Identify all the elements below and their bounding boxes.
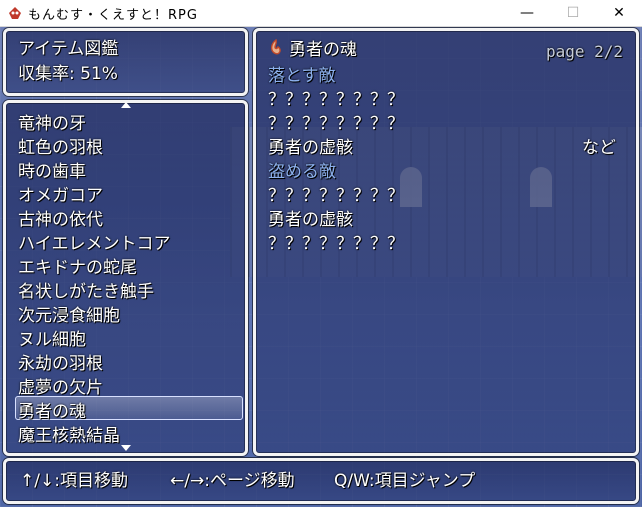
- scroll-down-icon[interactable]: [121, 445, 131, 451]
- collection-rate: 収集率: 51%: [18, 64, 118, 84]
- window-title: もんむす・くえすと！RPG: [28, 8, 198, 23]
- list-item[interactable]: 名状しがたき触手: [18, 284, 154, 301]
- list-item-selected[interactable]: 勇者の魂: [18, 404, 86, 421]
- help-item-move: ↑/↓:項目移動: [20, 471, 128, 491]
- etc-label: など: [582, 138, 616, 158]
- steal-enemy: ？？？？？？？？: [268, 186, 404, 206]
- drop-enemies-label: 落とす敵: [268, 66, 336, 86]
- list-item[interactable]: ハイエレメントコア: [18, 236, 171, 253]
- list-item[interactable]: 虚夢の欠片: [18, 380, 103, 397]
- list-item[interactable]: オメガコア: [18, 188, 103, 205]
- list-item[interactable]: 永劫の羽根: [18, 356, 103, 373]
- list-item[interactable]: 古神の依代: [18, 212, 103, 229]
- drop-enemy: ？？？？？？？？: [268, 90, 404, 110]
- list-item[interactable]: 竜神の牙: [18, 116, 86, 133]
- steal-enemy: 勇者の虚骸: [268, 210, 353, 230]
- help-item-jump: Q/W:項目ジャンプ: [334, 471, 476, 491]
- list-item[interactable]: 魔王核熱結晶: [18, 428, 120, 445]
- encyclopedia-title: アイテム図鑑: [18, 39, 119, 59]
- drop-enemy: ？？？？？？？？: [268, 114, 404, 134]
- game-app-icon: [9, 7, 21, 19]
- list-item[interactable]: エキドナの蛇尾: [18, 260, 137, 277]
- item-detail-window: 勇者の魂 page 2/2 落とす敵 ？？？？？？？？ ？？？？？？？？ 勇者の…: [253, 28, 639, 456]
- window-titlebar: もんむす・くえすと！RPG — ☐ ✕: [0, 0, 642, 27]
- scroll-up-icon[interactable]: [121, 102, 131, 108]
- detail-item-name: 勇者の魂: [289, 40, 357, 60]
- game-screen: アイテム図鑑 収集率: 51% 竜神の牙 虹色の羽根 時の歯車 オメガコア 古神…: [0, 27, 642, 507]
- maximize-button[interactable]: ☐: [550, 0, 596, 26]
- encyclopedia-header-window: アイテム図鑑 収集率: 51%: [3, 28, 248, 96]
- list-item[interactable]: 次元浸食細胞: [18, 308, 120, 325]
- help-window: ↑/↓:項目移動 ←/→:ページ移動 Q/W:項目ジャンプ: [3, 458, 639, 504]
- page-indicator: page 2/2: [546, 42, 624, 61]
- close-button[interactable]: ✕: [596, 0, 642, 26]
- drop-enemy: 勇者の虚骸: [268, 138, 353, 158]
- flame-soul-icon: [270, 39, 281, 55]
- item-list-window[interactable]: 竜神の牙 虹色の羽根 時の歯車 オメガコア 古神の依代 ハイエレメントコア エキ…: [3, 100, 248, 456]
- list-item[interactable]: 虹色の羽根: [18, 140, 103, 157]
- help-page-move: ←/→:ページ移動: [170, 471, 295, 491]
- list-item[interactable]: ヌル細胞: [18, 332, 86, 349]
- steal-enemies-label: 盗める敵: [268, 162, 336, 182]
- steal-enemy: ？？？？？？？？: [268, 234, 404, 254]
- minimize-button[interactable]: —: [504, 0, 550, 26]
- list-item[interactable]: 時の歯車: [18, 164, 86, 181]
